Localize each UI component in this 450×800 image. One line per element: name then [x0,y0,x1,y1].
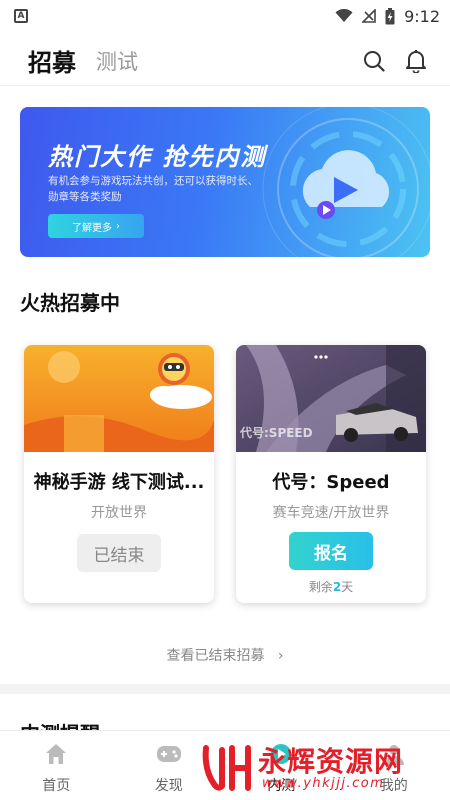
speed-game-cover: 代号:SPEED [236,345,426,452]
tab-test[interactable]: 测试 [96,46,138,76]
status-time: 9:12 [404,6,440,26]
card-title: 代号：Speed [272,472,390,493]
signal-icon [362,9,376,23]
top-header: 招募 测试 [0,36,450,86]
nav-item-home[interactable]: 首页 [0,731,113,800]
banner-description: 有机会参与游戏玩法共创，还可以获得时长、勋章等各类奖励 [48,175,258,203]
search-icon[interactable] [362,49,386,73]
watermark-logo [202,745,251,791]
watermark-text: 永辉资源网 [258,745,404,778]
banner-title: 热门大作 抢先内测 [48,143,267,171]
home-icon [43,741,69,767]
learn-more-label: 了解更多 [72,222,112,234]
section-divider [0,684,450,694]
wifi-icon [335,9,353,22]
remaining-days: 剩余2天 [236,578,426,595]
view-ended-recruits-link[interactable]: 查看已结束招募 › [0,645,450,665]
card-tag: 赛车竞速/开放世界 [272,505,390,521]
card-cover-image: 代号:SPEED [236,345,426,452]
view-ended-label: 查看已结束招募 [166,648,265,664]
signup-button[interactable]: 报名 [289,532,373,570]
chevron-right-icon: › [268,648,284,664]
promo-banner[interactable]: 热门大作 抢先内测 有机会参与游戏玩法共创，还可以获得时长、勋章等各类奖励 了解… [20,107,430,257]
learn-more-button[interactable]: 了解更多 › [48,214,144,238]
battery-charging-icon [385,7,395,24]
cover-codename-text: 代号:SPEED [239,425,313,440]
recruit-card[interactable]: 神秘手游 线下测试... 开放世界 已结束 [24,345,214,603]
remaining-count: 2 [332,580,342,594]
card-title: 神秘手游 线下测试... [33,472,205,493]
app-notification-icon: A [14,9,28,23]
cloud-play-illustration [262,107,430,257]
chevron-right-icon: › [116,220,120,232]
nav-label-discover: 发现 [154,778,183,794]
site-watermark: 永辉资源网 www.yhkjjj.com [200,738,440,796]
app-screen: A 9:12 招募 测试 热门大作 抢先内测 有机会参与游戏玩法共创，还可以获得… [0,0,450,800]
bell-icon[interactable] [404,49,428,73]
nav-label-home: 首页 [42,778,71,794]
section-title-hot-recruit: 火热招募中 [20,291,120,315]
recruit-card[interactable]: 代号:SPEED 代号：Speed 赛车竞速/开放世界 报名 剩余2天 [236,345,426,603]
mystery-game-cover [24,345,214,452]
remaining-suffix: 天 [341,580,354,594]
remaining-prefix: 剩余 [308,580,333,594]
status-bar: A 9:12 [0,0,450,32]
watermark-url: www.yhkjjj.com [262,776,385,791]
card-tag: 开放世界 [91,505,147,521]
tab-recruit[interactable]: 招募 [28,43,76,78]
ended-button: 已结束 [77,534,161,572]
gamepad-icon [156,741,182,767]
card-cover-image [24,345,214,452]
